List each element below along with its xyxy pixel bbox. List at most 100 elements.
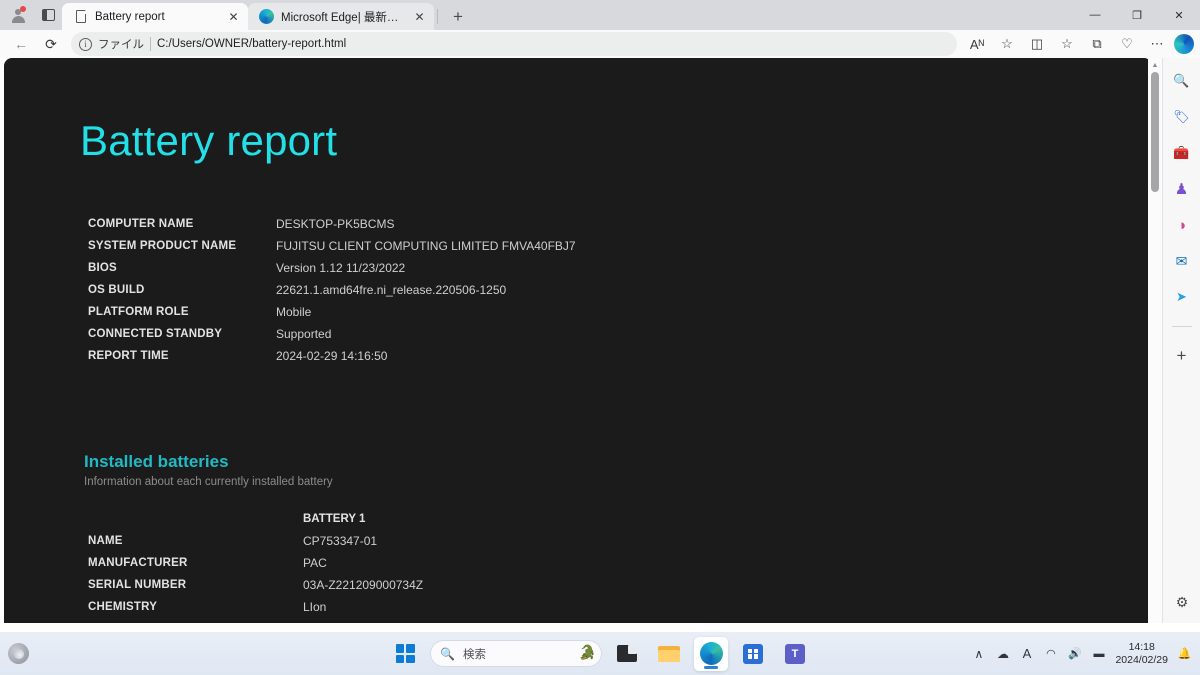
microsoft-edge-button[interactable]: [694, 636, 728, 671]
tab-divider: [437, 9, 438, 24]
telegram-icon[interactable]: ➤: [1171, 286, 1193, 308]
battery-icon[interactable]: ▬: [1091, 648, 1106, 660]
volume-icon[interactable]: 🔊: [1067, 647, 1082, 660]
windows-taskbar: 🔍 検索 🐊 T ∧ ☁ A ◠ 🔊 ▬ 14:18 2024/02/29 🔔: [0, 632, 1200, 675]
clock-time: 14:18: [1128, 640, 1155, 653]
row-value: DESKTOP-PK5BCMS: [276, 217, 395, 231]
system-info-table: COMPUTER NAME DESKTOP-PK5BCMS SYSTEM PRO…: [88, 213, 576, 367]
settings-and-more-icon[interactable]: ⋯: [1142, 32, 1172, 56]
section-heading-installed-batteries: Installed batteries: [84, 452, 229, 471]
sidebar-settings-icon[interactable]: ⚙: [1171, 591, 1193, 613]
row-label: MANUFACTURER: [88, 557, 188, 569]
page-scrollbar[interactable]: ▲: [1148, 58, 1162, 623]
search-mascot-icon: 🐊: [578, 644, 596, 660]
add-favorite-icon[interactable]: ☆: [992, 32, 1022, 56]
address-bar[interactable]: i ファイル C:/Users/OWNER/battery-report.htm…: [71, 32, 957, 56]
favorites-icon[interactable]: ☆: [1052, 32, 1082, 56]
omnibox-divider: [150, 37, 151, 51]
microsoft-teams-button[interactable]: T: [778, 637, 812, 671]
tools-briefcase-icon[interactable]: 🧰: [1171, 142, 1193, 164]
vertical-tabs-icon: [41, 9, 55, 21]
row-value: Supported: [276, 327, 332, 341]
taskbar-left-icon[interactable]: [8, 643, 29, 664]
edge-icon: [259, 9, 274, 24]
row-label: BIOS: [88, 262, 117, 274]
microsoft-store-button[interactable]: [736, 637, 770, 671]
refresh-button[interactable]: ⟳: [36, 32, 66, 56]
outlook-icon[interactable]: ✉: [1171, 250, 1193, 272]
tab-close-button[interactable]: ✕: [225, 8, 242, 25]
task-view-button[interactable]: [610, 637, 644, 671]
installed-batteries-table: BATTERY 1 NAME CP753347-01 MANUFACTURER …: [88, 508, 423, 623]
copilot-icon[interactable]: [1174, 34, 1194, 54]
wifi-icon[interactable]: ◠: [1043, 647, 1058, 660]
table-row: BIOS Version 1.12 11/23/2022: [88, 257, 576, 279]
office-icon[interactable]: ◑: [1171, 214, 1193, 236]
profile-button[interactable]: [4, 2, 32, 28]
back-button[interactable]: ←: [6, 32, 36, 56]
table-header-row: BATTERY 1: [88, 508, 423, 530]
table-row: NAME CP753347-01: [88, 530, 423, 552]
file-explorer-icon: [658, 645, 680, 663]
row-label: SERIAL NUMBER: [88, 579, 187, 591]
table-row: DESIGN CAPACITY 45,036 mWh: [88, 618, 423, 623]
row-value: PAC: [303, 556, 327, 570]
row-value: 22621.1.amd64fre.ni_release.220506-1250: [276, 283, 507, 297]
microsoft-teams-icon: T: [785, 643, 805, 664]
sidebar-divider: [1171, 326, 1192, 327]
close-window-button[interactable]: ✕: [1158, 0, 1200, 30]
tab-close-button[interactable]: ✕: [411, 8, 428, 25]
read-aloud-icon[interactable]: Aᴺ: [962, 32, 992, 56]
browser-tab-0[interactable]: Battery report ✕: [62, 3, 248, 30]
row-label: CONNECTED STANDBY: [88, 328, 223, 340]
tab-title: Battery report: [95, 10, 165, 23]
edge-greyed-icon[interactable]: [8, 643, 29, 664]
site-info-icon[interactable]: i: [79, 37, 92, 51]
web-page-viewport: Battery report COMPUTER NAME DESKTOP-PK5…: [4, 58, 1152, 623]
row-value: LIon: [303, 600, 327, 614]
row-label: CHEMISTRY: [88, 601, 158, 613]
maximize-button[interactable]: ❐: [1116, 0, 1158, 30]
add-sidebar-app-button[interactable]: +: [1171, 345, 1193, 367]
start-button[interactable]: [388, 637, 422, 671]
browser-tab-1[interactable]: Microsoft Edge| 最新情報 ✕: [248, 3, 434, 30]
notifications-bell-icon[interactable]: 🔔: [1177, 647, 1192, 660]
page-title: Battery report: [80, 117, 338, 164]
row-value: Mobile: [276, 305, 312, 319]
collections-icon[interactable]: ⧉: [1082, 32, 1112, 56]
browser-essentials-icon[interactable]: ♡: [1112, 32, 1142, 56]
tab-actions-button[interactable]: [34, 2, 62, 28]
tab-strip-left-controls: [0, 0, 62, 30]
browser-toolbar: ← ⟳ i ファイル C:/Users/OWNER/battery-report…: [0, 30, 1200, 58]
onedrive-icon[interactable]: ☁: [995, 647, 1010, 661]
scrollbar-thumb[interactable]: [1151, 72, 1159, 192]
split-screen-icon[interactable]: ◫: [1022, 32, 1052, 56]
table-row: SERIAL NUMBER 03A-Z221209000734Z: [88, 574, 423, 596]
show-hidden-icons-chevron-icon[interactable]: ∧: [971, 647, 986, 661]
file-explorer-button[interactable]: [652, 637, 686, 671]
table-row: SYSTEM PRODUCT NAME FUJITSU CLIENT COMPU…: [88, 235, 576, 257]
taskbar-search-box[interactable]: 🔍 検索 🐊: [430, 640, 602, 667]
taskbar-clock[interactable]: 14:18 2024/02/29: [1115, 641, 1168, 667]
search-icon[interactable]: 🔍: [1171, 70, 1193, 92]
table-row: PLATFORM ROLE Mobile: [88, 301, 576, 323]
shopping-tag-icon[interactable]: 🏷: [1171, 106, 1193, 128]
task-view-icon: [617, 645, 637, 662]
screen: Battery report ✕ Microsoft Edge| 最新情報 ✕ …: [0, 0, 1200, 675]
running-indicator: [704, 666, 718, 669]
row-label: SYSTEM PRODUCT NAME: [88, 240, 237, 252]
microsoft-store-icon: [743, 643, 763, 664]
minimize-button[interactable]: —: [1074, 0, 1116, 30]
row-value: 2024-02-29 14:16:50: [276, 349, 388, 363]
scroll-up-arrow-icon[interactable]: ▲: [1148, 60, 1162, 70]
row-label: OS BUILD: [88, 284, 145, 296]
ime-language-icon[interactable]: A: [1019, 646, 1034, 661]
new-tab-button[interactable]: +: [445, 4, 471, 30]
table-row: OS BUILD 22621.1.amd64fre.ni_release.220…: [88, 279, 576, 301]
url-text[interactable]: C:/Users/OWNER/battery-report.html: [157, 38, 346, 50]
row-label: REPORT TIME: [88, 350, 169, 362]
games-icon[interactable]: ♟: [1171, 178, 1193, 200]
row-label: NAME: [88, 535, 123, 547]
row-value: CP753347-01: [303, 534, 378, 548]
table-row: MANUFACTURER PAC: [88, 552, 423, 574]
